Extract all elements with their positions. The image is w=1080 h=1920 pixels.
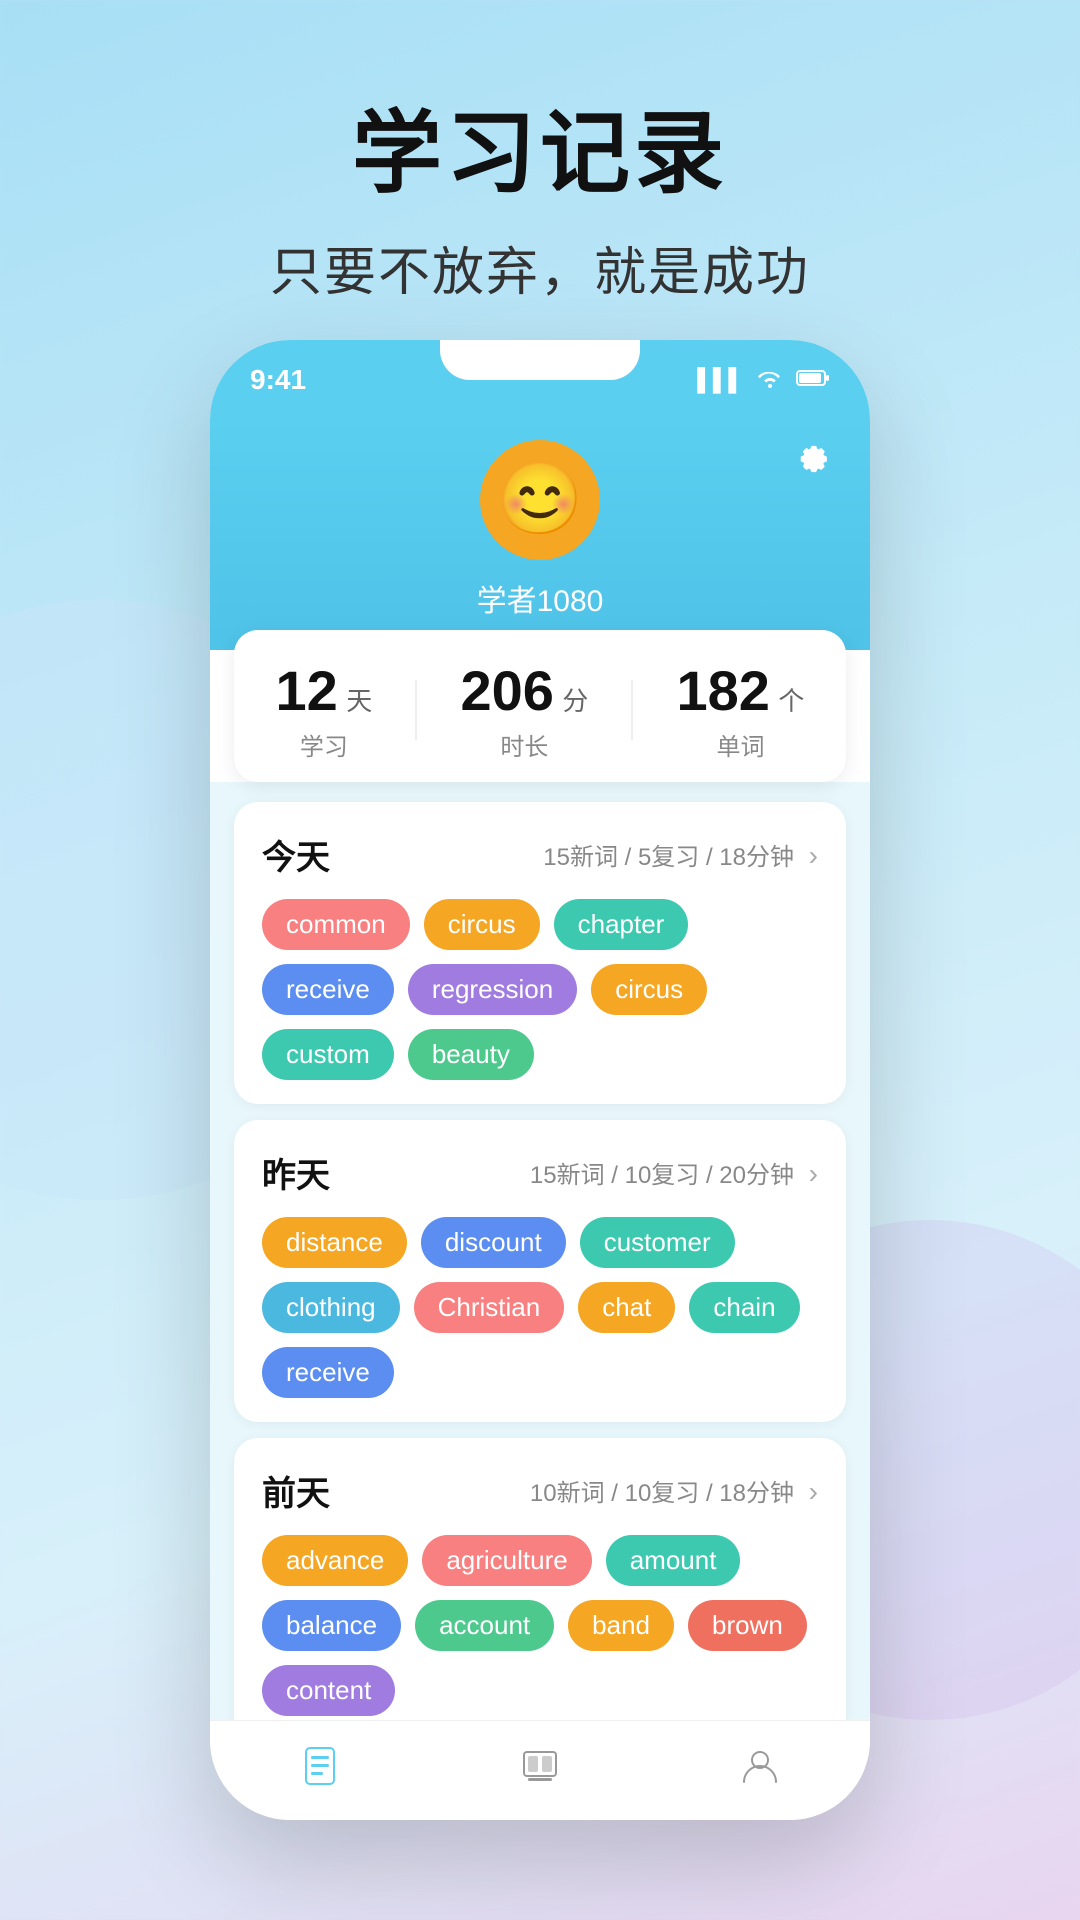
phone-shell: 9:41 ▌▌▌ <box>210 340 870 1820</box>
word-tag[interactable]: discount <box>421 1217 566 1268</box>
stat-divider-2 <box>631 680 633 740</box>
study-icon <box>518 1744 562 1798</box>
stat-days-label: 学习 <box>276 727 373 762</box>
scroll-area: 今天 15新词 / 5复习 / 18分钟 › common circus cha… <box>210 782 870 1720</box>
today-header: 今天 15新词 / 5复习 / 18分钟 › <box>262 830 818 879</box>
today-words: common circus chapter receive regression… <box>262 899 818 1080</box>
yesterday-card[interactable]: 昨天 15新词 / 10复习 / 20分钟 › distance discoun… <box>234 1120 846 1422</box>
word-tag[interactable]: Christian <box>414 1282 565 1333</box>
records-icon <box>298 1744 342 1798</box>
status-icons: ▌▌▌ <box>697 366 830 394</box>
word-tag[interactable]: receive <box>262 964 394 1015</box>
bottom-nav <box>210 1720 870 1820</box>
day-before-header: 前天 10新词 / 10复习 / 18分钟 › <box>262 1466 818 1515</box>
stat-divider-1 <box>415 680 417 740</box>
page-title: 学习记录 <box>0 80 1080 210</box>
page-subtitle: 只要不放弃，就是成功 <box>0 230 1080 305</box>
word-tag[interactable]: agriculture <box>422 1535 591 1586</box>
word-tag[interactable]: balance <box>262 1600 401 1651</box>
word-tag[interactable]: circus <box>424 899 540 950</box>
word-tag[interactable]: custom <box>262 1029 394 1080</box>
battery-icon <box>796 367 830 393</box>
day-before-words: advance agriculture amount balance accou… <box>262 1535 818 1716</box>
word-tag[interactable]: customer <box>580 1217 735 1268</box>
nav-study[interactable] <box>518 1744 562 1798</box>
stat-days-number: 12 <box>276 659 338 722</box>
username: 学者1080 <box>250 576 830 620</box>
word-tag[interactable]: account <box>415 1600 554 1651</box>
stat-words-unit: 个 <box>778 686 804 716</box>
word-tag[interactable]: receive <box>262 1347 394 1398</box>
word-tag[interactable]: amount <box>606 1535 741 1586</box>
word-tag[interactable]: distance <box>262 1217 407 1268</box>
word-tag[interactable]: band <box>568 1600 674 1651</box>
stat-minutes: 206 分 时长 <box>460 658 588 762</box>
word-tag[interactable]: chapter <box>554 899 689 950</box>
today-stats: 15新词 / 5复习 / 18分钟 › <box>543 837 818 872</box>
stat-words-number: 182 <box>677 659 770 722</box>
stat-minutes-unit: 分 <box>562 686 588 716</box>
profile-icon <box>738 1744 782 1798</box>
today-title: 今天 <box>262 830 330 879</box>
day-before-stats: 10新词 / 10复习 / 18分钟 › <box>530 1473 818 1508</box>
nav-profile[interactable] <box>738 1744 782 1798</box>
stat-minutes-label: 时长 <box>460 727 588 762</box>
stat-minutes-number: 206 <box>460 659 553 722</box>
signal-icon: ▌▌▌ <box>697 367 744 393</box>
yesterday-title: 昨天 <box>262 1148 330 1197</box>
word-tag[interactable]: common <box>262 899 410 950</box>
yesterday-stats: 15新词 / 10复习 / 20分钟 › <box>530 1155 818 1190</box>
yesterday-words: distance discount customer clothing Chri… <box>262 1217 818 1398</box>
avatar: 😊 <box>480 440 600 560</box>
word-tag[interactable]: regression <box>408 964 577 1015</box>
word-tag[interactable]: beauty <box>408 1029 534 1080</box>
word-tag[interactable]: chain <box>689 1282 799 1333</box>
word-tag[interactable]: advance <box>262 1535 408 1586</box>
day-before-title: 前天 <box>262 1466 330 1515</box>
notch <box>440 340 640 380</box>
today-arrow: › <box>809 840 818 871</box>
word-tag[interactable]: clothing <box>262 1282 400 1333</box>
today-card[interactable]: 今天 15新词 / 5复习 / 18分钟 › common circus cha… <box>234 802 846 1104</box>
day-before-card[interactable]: 前天 10新词 / 10复习 / 18分钟 › advance agricult… <box>234 1438 846 1720</box>
nav-records[interactable] <box>298 1744 342 1798</box>
yesterday-header: 昨天 15新词 / 10复习 / 20分钟 › <box>262 1148 818 1197</box>
stat-days-unit: 天 <box>346 686 372 716</box>
stat-words: 182 个 单词 <box>677 658 805 762</box>
yesterday-arrow: › <box>809 1158 818 1189</box>
word-tag[interactable]: content <box>262 1665 395 1716</box>
header-area: 😊 学者1080 <box>210 420 870 650</box>
day-before-arrow: › <box>809 1476 818 1507</box>
stats-card: 12 天 学习 206 分 时长 182 个 单词 <box>234 630 846 782</box>
word-tag[interactable]: circus <box>591 964 707 1015</box>
status-bar: 9:41 ▌▌▌ <box>210 340 870 420</box>
settings-icon[interactable] <box>794 440 830 485</box>
phone-content: 😊 学者1080 12 天 学习 206 分 时长 182 个 单词 <box>210 420 870 1820</box>
stat-days: 12 天 学习 <box>276 658 373 762</box>
word-tag[interactable]: brown <box>688 1600 807 1651</box>
page-header: 学习记录 只要不放弃，就是成功 <box>0 0 1080 305</box>
word-tag[interactable]: chat <box>578 1282 675 1333</box>
wifi-icon <box>756 366 784 394</box>
status-time: 9:41 <box>250 364 306 396</box>
stat-words-label: 单词 <box>677 727 805 762</box>
